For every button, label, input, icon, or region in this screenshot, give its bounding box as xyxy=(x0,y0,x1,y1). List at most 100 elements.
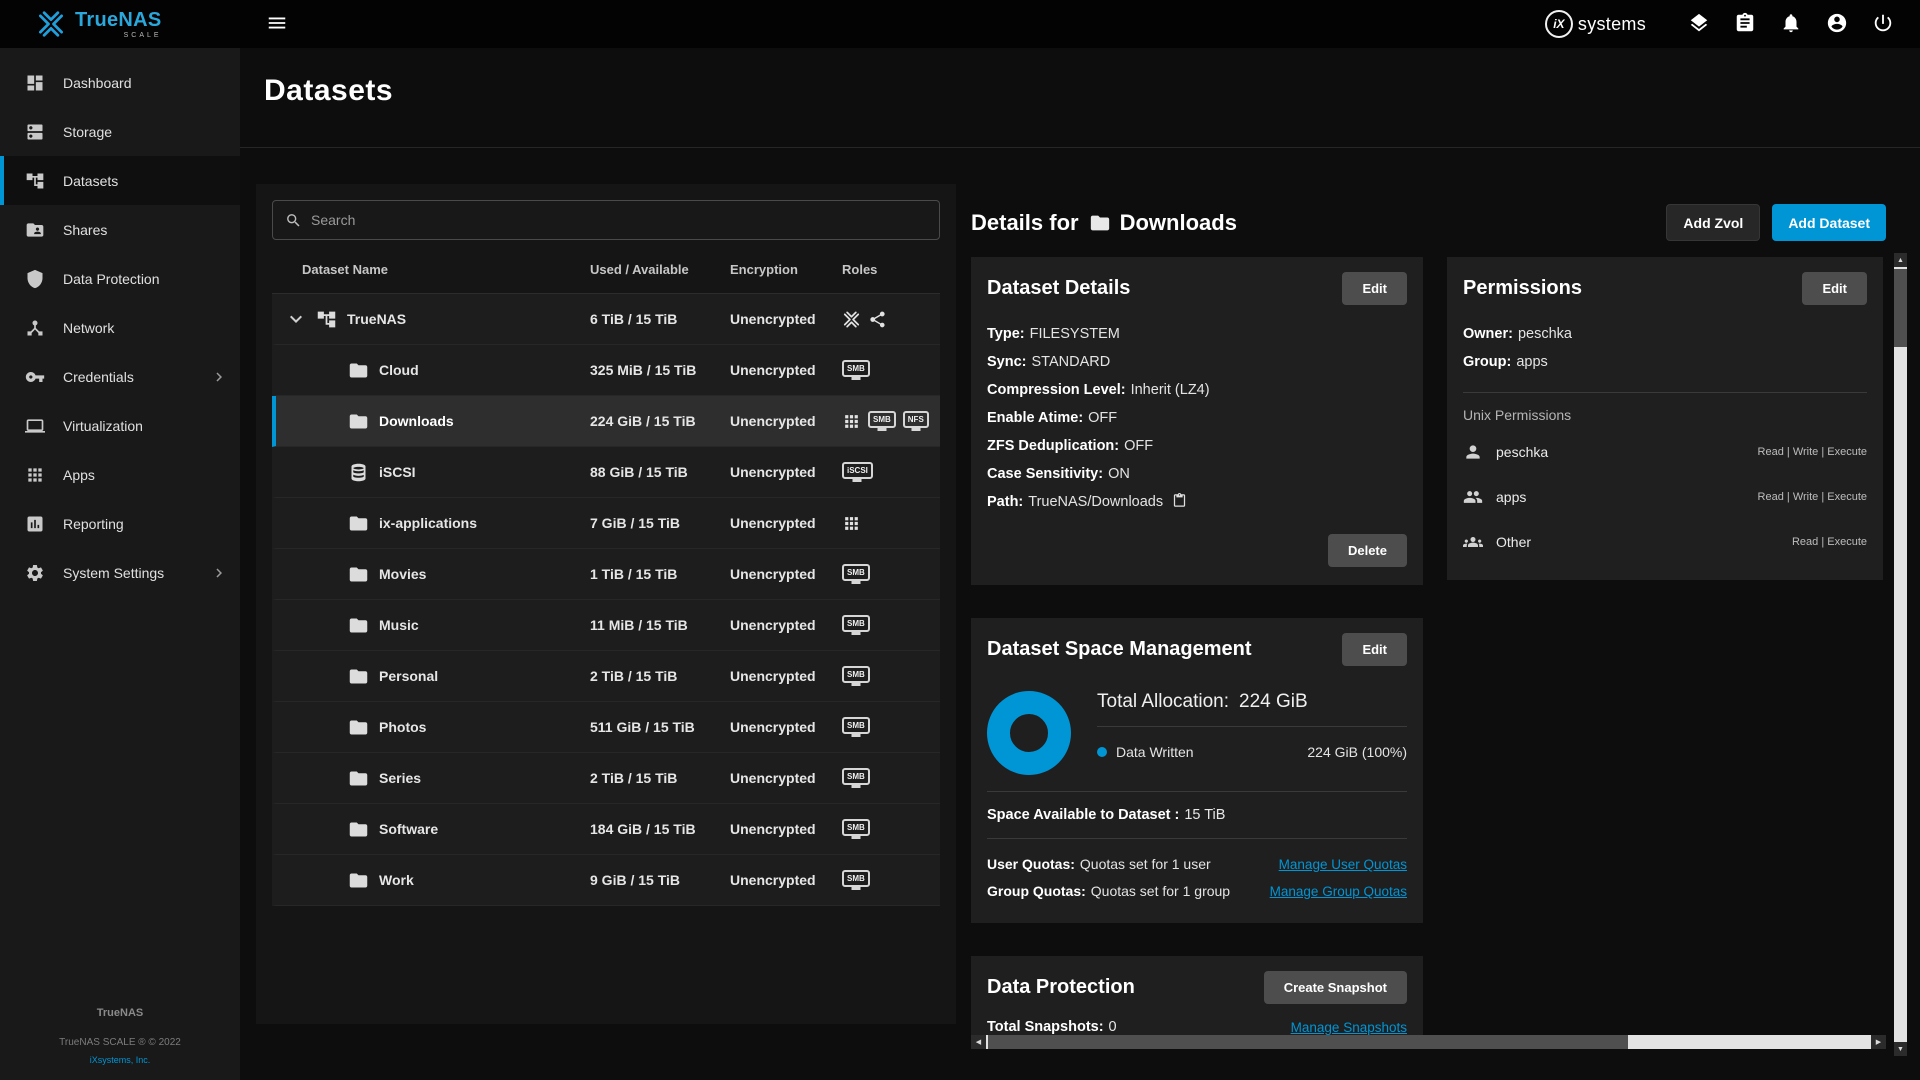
cell-used-available: 6 TiB / 15 TiB xyxy=(590,311,730,327)
sidebar-item-system-settings[interactable]: System Settings xyxy=(0,548,240,597)
cell-name: Software xyxy=(276,819,590,840)
delete-dataset-button[interactable]: Delete xyxy=(1328,534,1407,567)
person-icon xyxy=(1463,442,1483,462)
horizontal-scrollbar[interactable]: ◀ ▶ xyxy=(971,1035,1886,1049)
folder-icon xyxy=(348,768,369,789)
sidebar-item-virtualization[interactable]: Virtualization xyxy=(0,401,240,450)
add-zvol-button[interactable]: Add Zvol xyxy=(1666,204,1760,241)
sidebar-item-datasets[interactable]: Datasets xyxy=(0,156,240,205)
cell-used-available: 325 MiB / 15 TiB xyxy=(590,362,730,378)
data-protection-card: Data Protection Create Snapshot Total Sn… xyxy=(971,956,1423,1035)
cell-roles: SMB xyxy=(842,666,940,687)
sidebar-item-network[interactable]: Network xyxy=(0,303,240,352)
scrollbar-thumb[interactable] xyxy=(1894,269,1907,347)
scrollbar-thumb[interactable] xyxy=(988,1035,1628,1049)
scroll-right-arrow[interactable]: ▶ xyxy=(1871,1035,1886,1049)
cell-name: Personal xyxy=(276,666,590,687)
cell-roles: SMB xyxy=(842,768,940,789)
card-header: Dataset Details Edit xyxy=(971,257,1423,318)
key-icon xyxy=(25,367,45,387)
owner-row: Owner:peschka xyxy=(1463,320,1867,348)
scroll-left-arrow[interactable]: ◀ xyxy=(971,1035,986,1049)
manage-snapshots-link[interactable]: Manage Snapshots xyxy=(1291,1020,1407,1035)
field-label: ZFS Deduplication: xyxy=(987,438,1119,454)
group-value: apps xyxy=(1516,354,1547,370)
menu-toggle-button[interactable] xyxy=(266,12,288,37)
dataset-row-personal[interactable]: Personal2 TiB / 15 TiBUnencryptedSMB xyxy=(272,651,940,702)
sidebar-item-credentials[interactable]: Credentials xyxy=(0,352,240,401)
dataset-row-ix-applications[interactable]: ix-applications7 GiB / 15 TiBUnencrypted xyxy=(272,498,940,549)
manage-group-quotas-link[interactable]: Manage Group Quotas xyxy=(1270,878,1407,905)
dataset-row-iscsi[interactable]: iSCSI88 GiB / 15 TiBUnencryptediSCSI xyxy=(272,447,940,498)
field-label: Type: xyxy=(987,326,1025,342)
hamburger-icon xyxy=(266,12,288,34)
cell-encryption: Unencrypted xyxy=(730,668,842,684)
sidebar-item-shares[interactable]: Shares xyxy=(0,205,240,254)
space-management-card: Dataset Space Management Edit Total Allo… xyxy=(971,618,1423,923)
dataset-row-series[interactable]: Series2 TiB / 15 TiBUnencryptedSMB xyxy=(272,753,940,804)
topbar-actions xyxy=(1688,12,1894,37)
ix-rest: systems xyxy=(1578,14,1646,35)
edit-dataset-details-button[interactable]: Edit xyxy=(1342,272,1407,305)
vertical-scrollbar[interactable]: ▲ ▼ xyxy=(1894,253,1907,1056)
edit-space-management-button[interactable]: Edit xyxy=(1342,633,1407,666)
power-button[interactable] xyxy=(1872,12,1894,37)
permission-entry-other: OtherRead | Execute xyxy=(1463,519,1867,564)
dataset-name: Software xyxy=(379,821,438,837)
legend-label: Data Written xyxy=(1116,744,1194,760)
cell-roles: SMB xyxy=(842,564,940,585)
details-header: Details for Downloads Add Zvol Add Datas… xyxy=(971,204,1886,241)
cell-roles: SMB xyxy=(842,870,940,891)
permission-entry-name: Other xyxy=(1496,534,1531,550)
edit-permissions-button[interactable]: Edit xyxy=(1802,272,1867,305)
truenas-mark-icon xyxy=(842,310,861,329)
dataset-row-work[interactable]: Work9 GiB / 15 TiBUnencryptedSMB xyxy=(272,855,940,906)
account-button[interactable] xyxy=(1826,12,1848,37)
tree-icon xyxy=(316,309,337,330)
scroll-up-arrow[interactable]: ▲ xyxy=(1894,253,1907,267)
user-quota-value: Quotas set for 1 user xyxy=(1080,851,1211,878)
sidebar-item-reporting[interactable]: Reporting xyxy=(0,499,240,548)
dataset-row-music[interactable]: Music11 MiB / 15 TiBUnencryptedSMB xyxy=(272,600,940,651)
truecommand-button[interactable] xyxy=(1688,12,1710,37)
cell-used-available: 88 GiB / 15 TiB xyxy=(590,464,730,480)
sidebar-item-data-protection[interactable]: Data Protection xyxy=(0,254,240,303)
chart-icon xyxy=(25,514,45,534)
dataset-row-cloud[interactable]: Cloud325 MiB / 15 TiBUnencryptedSMB xyxy=(272,345,940,396)
create-snapshot-button[interactable]: Create Snapshot xyxy=(1264,971,1407,1004)
dataset-row-downloads[interactable]: Downloads224 GiB / 15 TiBUnencryptedSMBN… xyxy=(272,396,940,447)
footer-ixsystems-link[interactable]: iXsystems, Inc. xyxy=(0,1052,240,1068)
dataset-row-truenas[interactable]: TrueNAS6 TiB / 15 TiBUnencrypted xyxy=(272,294,940,345)
dataset-name: Work xyxy=(379,872,414,888)
search-input[interactable] xyxy=(311,212,927,228)
folder-icon xyxy=(1089,212,1111,234)
detail-field: Enable Atime:OFF xyxy=(987,404,1407,432)
dataset-row-photos[interactable]: Photos511 GiB / 15 TiBUnencryptedSMB xyxy=(272,702,940,753)
permissions-owner-block: Owner:peschka Group:apps xyxy=(1447,318,1883,380)
jobs-button[interactable] xyxy=(1734,12,1756,37)
permission-entry-peschka: peschkaRead | Write | Execute xyxy=(1463,429,1867,474)
chevron-down-icon[interactable] xyxy=(284,307,308,331)
sidebar-item-dashboard[interactable]: Dashboard xyxy=(0,58,240,107)
scroll-down-arrow[interactable]: ▼ xyxy=(1894,1042,1907,1056)
sidebar-item-storage[interactable]: Storage xyxy=(0,107,240,156)
ix-mark: iX xyxy=(1545,10,1573,38)
notifications-button[interactable] xyxy=(1780,12,1802,37)
sidebar-item-apps[interactable]: Apps xyxy=(0,450,240,499)
dataset-name: Cloud xyxy=(379,362,419,378)
scrollbar-track[interactable] xyxy=(986,1035,1871,1049)
dataset-name: ix-applications xyxy=(379,515,477,531)
cell-roles: SMB xyxy=(842,615,940,636)
copy-icon[interactable] xyxy=(1172,493,1187,508)
detail-field: Path:TrueNAS/Downloads xyxy=(987,488,1407,516)
add-dataset-button[interactable]: Add Dataset xyxy=(1772,204,1886,241)
field-value: OFF xyxy=(1124,438,1153,454)
total-allocation-value: 224 GiB xyxy=(1239,691,1308,712)
cell-name: iSCSI xyxy=(276,462,590,483)
manage-user-quotas-link[interactable]: Manage User Quotas xyxy=(1279,851,1407,878)
card-title: Dataset Details xyxy=(987,277,1130,300)
dataset-row-software[interactable]: Software184 GiB / 15 TiBUnencryptedSMB xyxy=(272,804,940,855)
scrollbar-track[interactable] xyxy=(1894,267,1907,1042)
dataset-row-movies[interactable]: Movies1 TiB / 15 TiBUnencryptedSMB xyxy=(272,549,940,600)
cell-roles: SMB xyxy=(842,717,940,738)
